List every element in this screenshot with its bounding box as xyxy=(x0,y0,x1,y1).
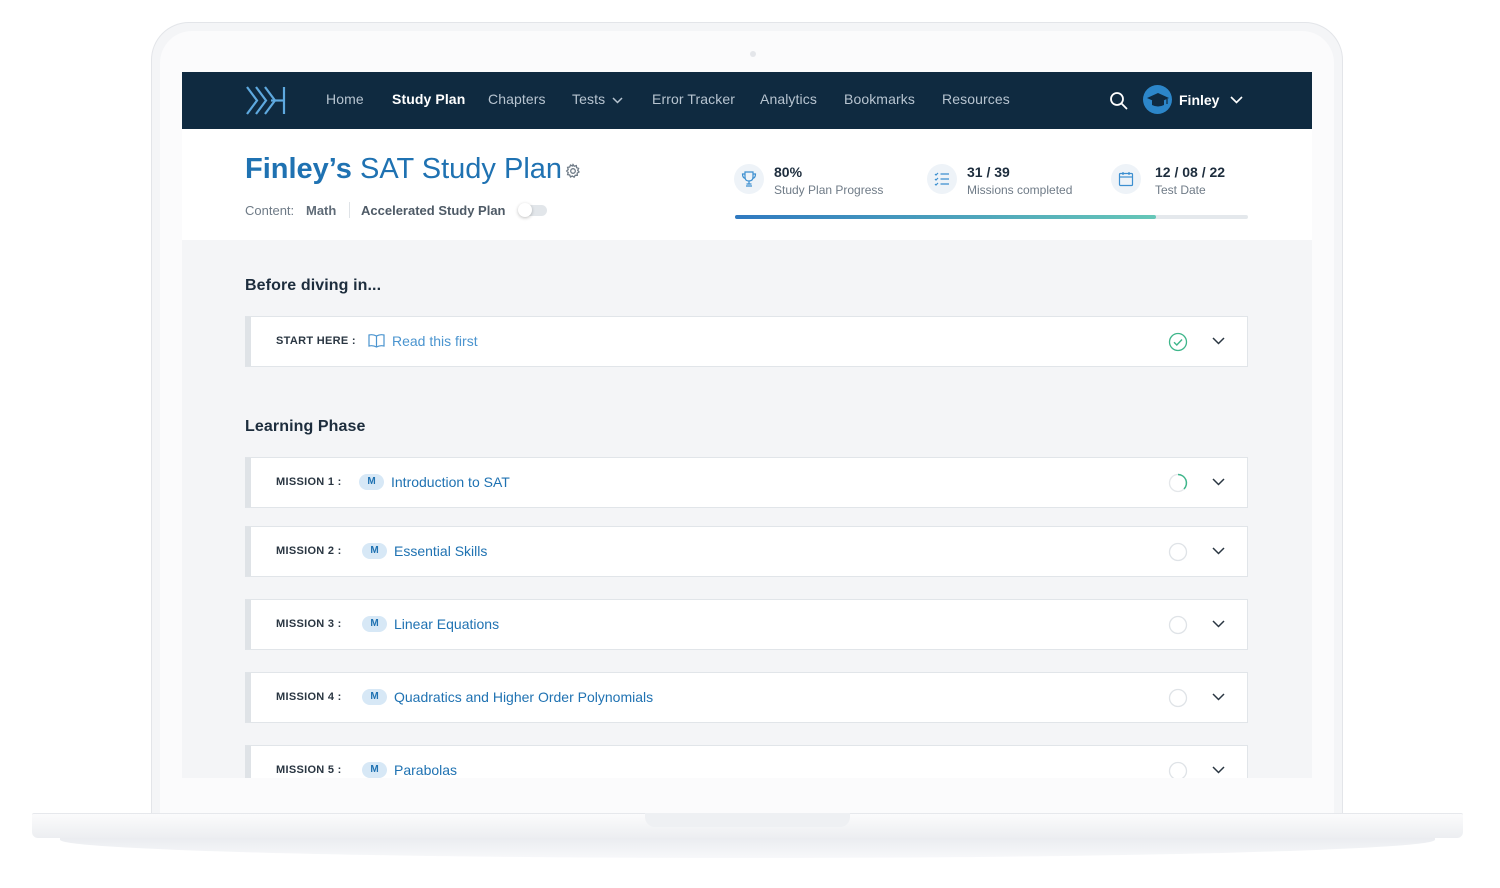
mission-card[interactable]: MISSION 3 : M Linear Equations xyxy=(245,599,1248,650)
nav-resources[interactable]: Resources xyxy=(942,91,1010,107)
toggle-knob[interactable] xyxy=(518,203,532,217)
not-started-circle-icon xyxy=(1168,688,1188,708)
study-plan-header: Finley’s SAT Study Plan Content: Math Ac… xyxy=(182,129,1312,240)
open-book-icon xyxy=(368,334,385,348)
nav-tests[interactable]: Tests xyxy=(572,91,605,107)
content-label: Content: xyxy=(245,203,295,218)
mission-badge: M xyxy=(362,616,387,632)
chevron-down-icon[interactable] xyxy=(1212,478,1225,486)
mission-title-link[interactable]: Linear Equations xyxy=(394,616,499,632)
tests-chevron-down-icon[interactable] xyxy=(612,97,623,104)
mission-card[interactable]: MISSION 2 : M Essential Skills xyxy=(245,526,1248,577)
avatar[interactable] xyxy=(1143,85,1172,114)
missions-completed-count: 31 / 39 xyxy=(967,164,1010,180)
top-navbar: Home Study Plan Chapters Tests Error Tra… xyxy=(182,72,1312,129)
not-started-circle-icon xyxy=(1168,761,1188,778)
mission-label: MISSION 5 : xyxy=(276,764,342,776)
chevron-down-icon[interactable] xyxy=(1212,766,1225,774)
page-title: Finley’s SAT Study Plan xyxy=(245,153,562,186)
mission-badge: M xyxy=(359,474,384,490)
section-title-learning: Learning Phase xyxy=(245,418,366,435)
mission-title-link[interactable]: Quadratics and Higher Order Polynomials xyxy=(394,689,653,705)
not-started-circle-icon xyxy=(1168,615,1188,635)
divider xyxy=(349,202,350,218)
accelerated-plan-label: Accelerated Study Plan xyxy=(361,203,506,218)
mission-label: MISSION 3 : xyxy=(276,618,342,630)
graduation-cap-icon xyxy=(1147,93,1169,107)
mission-title-link[interactable]: Essential Skills xyxy=(394,543,487,559)
trophy-icon xyxy=(734,164,764,194)
mission-label: MISSION 2 : xyxy=(276,545,342,557)
mission-badge: M xyxy=(362,762,387,778)
user-menu-chevron-down-icon[interactable] xyxy=(1230,96,1243,104)
read-this-first-link[interactable]: Read this first xyxy=(392,333,478,349)
test-date-label: Test Date xyxy=(1155,183,1206,197)
brand-logo-icon[interactable] xyxy=(245,85,287,116)
page-title-text: SAT Study Plan xyxy=(359,153,563,185)
mission-title-link[interactable]: Parabolas xyxy=(394,762,457,778)
in-progress-icon xyxy=(1168,473,1188,493)
user-name[interactable]: Finley xyxy=(1179,92,1219,108)
laptop-notch xyxy=(645,813,850,827)
mission-badge: M xyxy=(362,689,387,705)
study-plan-progress-fill xyxy=(735,215,1156,219)
chevron-down-icon[interactable] xyxy=(1212,547,1225,555)
mission-card[interactable]: MISSION 5 : M Parabolas xyxy=(245,745,1248,778)
start-here-card[interactable]: START HERE : Read this first xyxy=(245,316,1248,367)
mission-badge: M xyxy=(362,543,387,559)
mission-card[interactable]: MISSION 1 : M Introduction to SAT xyxy=(245,457,1248,508)
nav-analytics[interactable]: Analytics xyxy=(760,91,817,107)
missions-completed-label: Missions completed xyxy=(967,183,1073,197)
chevron-down-icon[interactable] xyxy=(1212,620,1225,628)
mission-label: MISSION 1 : xyxy=(276,476,342,488)
calendar-icon xyxy=(1111,164,1141,194)
mission-title-link[interactable]: Introduction to SAT xyxy=(391,474,510,490)
app-screen: Home Study Plan Chapters Tests Error Tra… xyxy=(182,72,1312,778)
progress-percent: 80% xyxy=(774,164,803,180)
nav-bookmarks[interactable]: Bookmarks xyxy=(844,91,915,107)
laptop-foot xyxy=(60,836,1435,858)
gear-icon[interactable] xyxy=(565,163,581,179)
study-plan-progress-bar xyxy=(735,215,1248,219)
accelerated-plan-toggle[interactable] xyxy=(518,203,547,217)
start-here-label: START HERE : xyxy=(276,335,356,347)
progress-label: Study Plan Progress xyxy=(774,183,884,197)
nav-study-plan[interactable]: Study Plan xyxy=(392,91,465,107)
not-started-circle-icon xyxy=(1168,542,1188,562)
test-date-value: 12 / 08 / 22 xyxy=(1155,164,1226,180)
check-circle-icon xyxy=(1168,332,1188,352)
content-value[interactable]: Math xyxy=(306,203,336,218)
mission-label: MISSION 4 : xyxy=(276,691,342,703)
camera xyxy=(750,51,756,57)
nav-home[interactable]: Home xyxy=(326,91,364,107)
search-icon[interactable] xyxy=(1109,91,1128,110)
mission-card[interactable]: MISSION 4 : M Quadratics and Higher Orde… xyxy=(245,672,1248,723)
page-title-owner: Finley’s xyxy=(245,153,352,185)
section-title-before: Before diving in... xyxy=(245,277,382,294)
checklist-icon xyxy=(927,164,957,194)
nav-chapters[interactable]: Chapters xyxy=(488,91,546,107)
chevron-down-icon[interactable] xyxy=(1212,337,1225,345)
chevron-down-icon[interactable] xyxy=(1212,693,1225,701)
nav-error-tracker[interactable]: Error Tracker xyxy=(652,91,735,107)
